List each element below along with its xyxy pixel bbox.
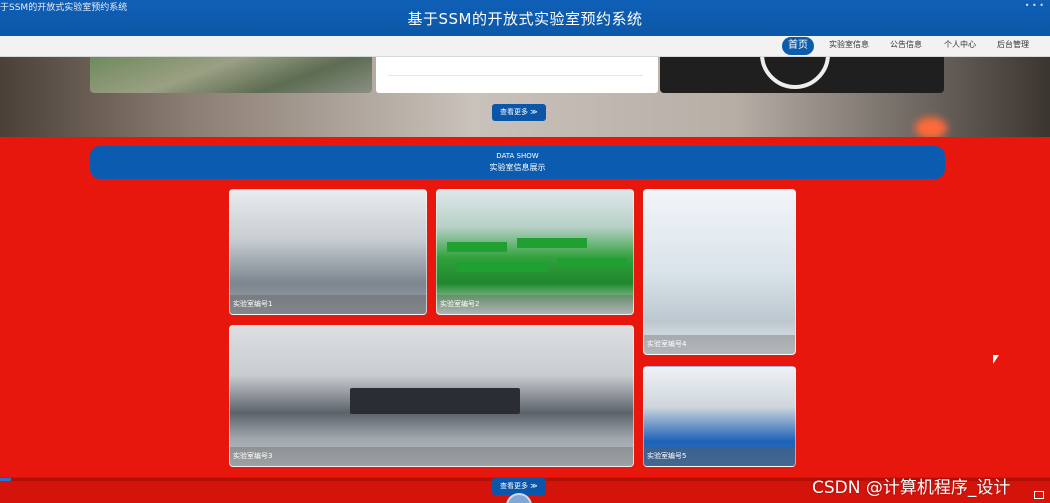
data-show-header: DATA SHOW 实验室信息展示 — [90, 146, 945, 179]
lab-card[interactable]: 实验室编号1 — [229, 189, 427, 315]
fullscreen-icon[interactable] — [1034, 491, 1044, 499]
hero-banner — [0, 57, 1050, 137]
globe-icon — [760, 57, 830, 89]
lab-card-caption: 实验室编号2 — [437, 295, 633, 314]
nav-item-personal-center[interactable]: 个人中心 — [944, 39, 976, 50]
nav-item-lab-info[interactable]: 实验室信息 — [829, 39, 869, 50]
data-show-title-cn: 实验室信息展示 — [489, 163, 546, 172]
hero-more-button[interactable]: 查看更多 ≫ — [492, 104, 546, 121]
site-title: 基于SSM的开放式实验室预约系统 — [407, 10, 643, 28]
globe-image[interactable] — [660, 57, 944, 93]
lab-card-caption: 实验室编号1 — [230, 295, 426, 314]
video-progress-fill — [0, 478, 11, 481]
window-controls[interactable]: • • • — [1025, 1, 1044, 10]
lab-card[interactable]: 实验室编号3 — [229, 325, 634, 467]
title-bar: 于SSM的开放式实验室预约系统 基于SSM的开放式实验室预约系统 • • • — [0, 0, 1050, 36]
csdn-watermark: CSDN @计算机程序_设计 — [812, 478, 1011, 498]
campus-image[interactable] — [90, 57, 372, 93]
data-show-title-en: DATA SHOW — [496, 152, 539, 160]
lab-card-caption: 实验室编号4 — [644, 335, 795, 354]
hero-card[interactable] — [376, 57, 658, 93]
main-nav: 首页 实验室信息 公告信息 个人中心 后台管理 — [0, 36, 1050, 57]
decorative-glow — [915, 117, 947, 137]
nav-item-announcements[interactable]: 公告信息 — [890, 39, 922, 50]
lab-card[interactable]: 实验室编号4 — [643, 189, 796, 355]
lab-card-caption: 实验室编号5 — [644, 447, 795, 466]
nav-item-home[interactable]: 首页 — [782, 37, 814, 55]
lab-card-caption: 实验室编号3 — [230, 447, 633, 466]
lab-card[interactable]: 实验室编号2 — [436, 189, 634, 315]
lab-card[interactable]: 实验室编号5 — [643, 366, 796, 467]
nav-item-admin[interactable]: 后台管理 — [997, 39, 1029, 50]
mouse-cursor-icon — [993, 355, 999, 364]
